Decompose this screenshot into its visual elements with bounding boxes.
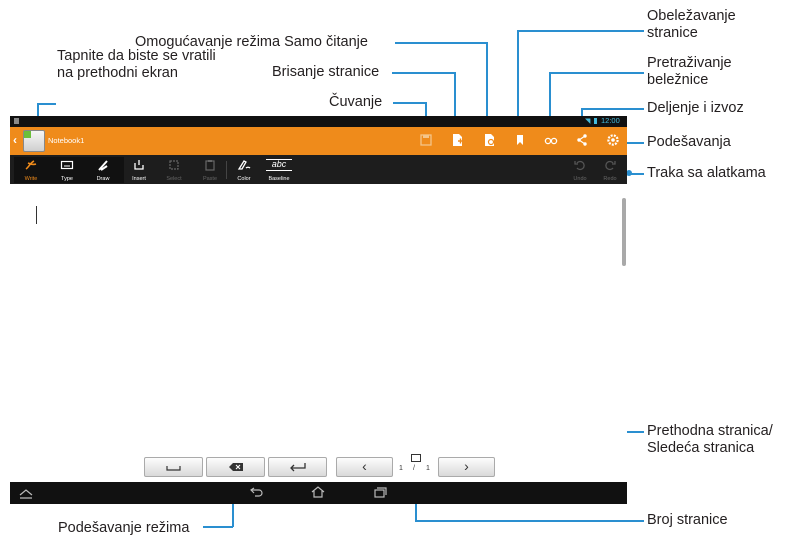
tool-label: Insert — [132, 176, 146, 182]
battery-icon — [594, 118, 597, 124]
tool-label: Write — [24, 176, 38, 182]
scrollbar[interactable] — [622, 198, 626, 266]
notification-icon — [14, 118, 19, 124]
undo-button[interactable]: Undo — [565, 157, 595, 183]
notebook-icon — [23, 130, 45, 152]
back-icon[interactable]: ‹ — [13, 133, 17, 147]
callout-mode-settings: Podešavanje režima — [58, 520, 190, 536]
callout-back: Tapnite da biste se vratili na prethodni… — [57, 48, 216, 81]
page-indicator: 1 / 1 — [396, 452, 435, 478]
page-separator: / — [413, 465, 415, 472]
brush-icon — [98, 160, 108, 171]
bookmark-icon[interactable] — [513, 133, 527, 147]
callout-readonly: Omogućavanje režima Samo čitanje — [135, 34, 368, 50]
tool-type[interactable]: Type — [52, 157, 82, 183]
delete-page-icon[interactable] — [450, 133, 464, 147]
readonly-icon[interactable] — [482, 133, 496, 147]
callout-settings: Podešavanja — [647, 134, 731, 150]
nav-bar — [10, 482, 627, 504]
hide-keyboard-icon[interactable] — [18, 486, 34, 504]
select-icon — [169, 160, 179, 170]
next-page-button[interactable]: › — [438, 457, 495, 477]
keyboard-icon — [60, 160, 74, 170]
color-icon — [237, 160, 251, 170]
status-bar: ◥ 12:00 — [10, 116, 627, 127]
undo-label: Undo — [573, 176, 587, 182]
callout-page-number: Broj stranice — [647, 512, 728, 528]
recent-apps-icon[interactable] — [372, 486, 388, 504]
notebook-title: Notebook1 — [48, 136, 85, 145]
callout-save: Čuvanje — [329, 94, 383, 110]
enter-key[interactable] — [268, 457, 327, 477]
tool-label: Baseline — [268, 176, 290, 182]
page-total: 1 — [426, 465, 430, 472]
redo-label: Redo — [603, 176, 617, 182]
prev-page-button[interactable]: ‹ — [336, 457, 393, 477]
home-icon[interactable] — [310, 485, 326, 504]
tool-insert[interactable]: Insert — [124, 157, 154, 183]
tool-bar: Write Type Draw Insert Select Paste Colo… — [10, 155, 627, 184]
tool-label: Type — [61, 176, 73, 182]
tablet-screen: ◥ 12:00 ‹ Notebook1 Write Type Draw Inse… — [10, 116, 627, 504]
tool-label: Paste — [202, 176, 218, 182]
search-icon[interactable] — [544, 133, 558, 147]
callout-prev-next: Prethodna stranica/ Sledeća stranica — [647, 423, 773, 456]
callout-search: Pretraživanje beležnice — [647, 55, 732, 88]
text-cursor — [36, 206, 37, 224]
tool-baseline[interactable]: abc Baseline — [262, 157, 296, 183]
callout-bookmark: Obeležavanje stranice — [647, 8, 736, 41]
baseline-icon: abc — [266, 159, 292, 171]
tool-label: Color — [237, 176, 251, 182]
tool-draw[interactable]: Draw — [88, 157, 118, 183]
redo-button[interactable]: Redo — [595, 157, 625, 183]
space-icon — [166, 466, 181, 471]
tool-color[interactable]: Color — [229, 157, 259, 183]
redo-icon — [605, 160, 616, 171]
back-nav-icon[interactable] — [248, 486, 264, 504]
wifi-icon: ◥ — [585, 118, 591, 125]
space-key[interactable] — [144, 457, 203, 477]
action-bar: ‹ Notebook1 — [10, 127, 627, 155]
backspace-icon — [229, 463, 243, 471]
backspace-key[interactable] — [206, 457, 265, 477]
paste-icon — [205, 160, 215, 171]
settings-gear-icon[interactable] — [606, 133, 620, 147]
write-icon — [25, 160, 37, 170]
insert-icon — [134, 160, 144, 170]
share-icon[interactable] — [575, 133, 589, 147]
tool-label: Select — [166, 176, 182, 182]
page-current: 1 — [399, 465, 403, 472]
writing-canvas[interactable] — [10, 184, 627, 482]
enter-icon — [290, 463, 306, 472]
undo-icon — [574, 160, 585, 171]
tool-write[interactable]: Write — [16, 157, 46, 183]
callout-share: Deljenje i izvoz — [647, 100, 744, 116]
status-time: 12:00 — [601, 116, 620, 125]
tool-select[interactable]: Select — [159, 157, 189, 183]
callout-delete-page: Brisanje stranice — [272, 64, 380, 80]
page-thumbnail-icon — [411, 454, 421, 462]
tool-paste[interactable]: Paste — [195, 157, 225, 183]
save-icon[interactable] — [419, 133, 433, 147]
callout-toolbar: Traka sa alatkama — [647, 165, 766, 181]
tool-label: Draw — [96, 176, 110, 182]
